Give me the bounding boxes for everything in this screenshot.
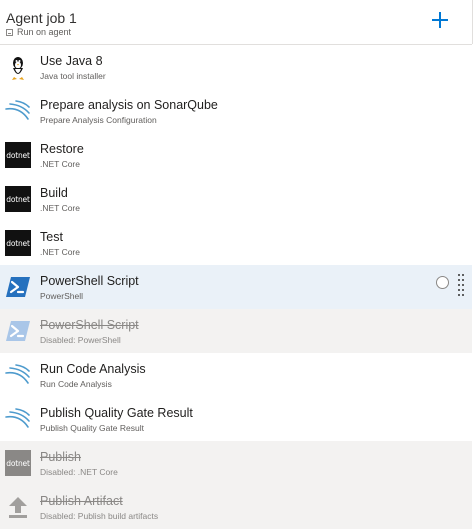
- job-title: Agent job 1: [6, 10, 77, 26]
- task-name: Prepare analysis on SonarQube: [40, 98, 218, 112]
- task-publish-quality-gate-result[interactable]: Publish Quality Gate Result Publish Qual…: [0, 397, 472, 441]
- task-publish-artifact-disabled[interactable]: Publish Artifact Disabled: Publish build…: [0, 485, 472, 529]
- dotnet-icon: dotnet: [4, 185, 32, 213]
- task-description: Disabled: PowerShell: [40, 335, 121, 345]
- job-subtitle-text: Run on agent: [17, 27, 72, 37]
- task-description: Prepare Analysis Configuration: [40, 115, 157, 125]
- task-test[interactable]: dotnet Test .NET Core: [0, 221, 472, 265]
- task-name: Restore: [40, 142, 84, 156]
- task-description: Run Code Analysis: [40, 379, 112, 389]
- task-build[interactable]: dotnet Build .NET Core: [0, 177, 472, 221]
- agent-icon: [6, 28, 13, 36]
- dotnet-icon: dotnet: [4, 449, 32, 477]
- task-name: Test: [40, 230, 63, 244]
- task-run-code-analysis[interactable]: Run Code Analysis Run Code Analysis: [0, 353, 472, 397]
- upload-icon: [4, 493, 32, 521]
- dotnet-icon: dotnet: [4, 141, 32, 169]
- task-description: .NET Core: [40, 247, 80, 257]
- task-use-java-8[interactable]: Use Java 8 Java tool installer: [0, 45, 472, 89]
- powershell-icon: [4, 317, 32, 345]
- task-name: PowerShell Script: [40, 274, 139, 288]
- task-list: Use Java 8 Java tool installer Prepare a…: [0, 45, 472, 529]
- job-subtitle: Run on agent: [6, 27, 71, 37]
- sonarqube-icon: [4, 361, 32, 389]
- add-task-button[interactable]: [430, 10, 450, 30]
- task-powershell-script-disabled[interactable]: PowerShell Script Disabled: PowerShell: [0, 309, 472, 353]
- sonarqube-icon: [4, 97, 32, 125]
- task-name: Publish Quality Gate Result: [40, 406, 193, 420]
- task-description: .NET Core: [40, 159, 80, 169]
- task-powershell-script[interactable]: PowerShell Script PowerShell: [0, 265, 472, 309]
- java-icon: [4, 53, 32, 81]
- task-description: .NET Core: [40, 203, 80, 213]
- powershell-icon: [4, 273, 32, 301]
- task-name: Use Java 8: [40, 54, 103, 68]
- drag-handle-icon[interactable]: [458, 274, 464, 296]
- task-publish-disabled[interactable]: dotnet Publish Disabled: .NET Core: [0, 441, 472, 485]
- dotnet-icon-label: dotnet: [5, 450, 31, 476]
- agent-job-header[interactable]: Agent job 1 Run on agent: [0, 0, 473, 44]
- task-name: Publish: [40, 450, 81, 464]
- sonarqube-icon: [4, 405, 32, 433]
- task-description: PowerShell: [40, 291, 83, 301]
- task-description: Publish Quality Gate Result: [40, 423, 144, 433]
- task-name: PowerShell Script: [40, 318, 139, 332]
- task-name: Run Code Analysis: [40, 362, 146, 376]
- task-name: Publish Artifact: [40, 494, 123, 508]
- task-select-radio[interactable]: [436, 276, 449, 289]
- task-description: Java tool installer: [40, 71, 106, 81]
- dotnet-icon: dotnet: [4, 229, 32, 257]
- dotnet-icon-label: dotnet: [5, 186, 31, 212]
- task-restore[interactable]: dotnet Restore .NET Core: [0, 133, 472, 177]
- task-description: Disabled: Publish build artifacts: [40, 511, 159, 521]
- dotnet-icon-label: dotnet: [5, 142, 31, 168]
- task-prepare-analysis-sonarqube[interactable]: Prepare analysis on SonarQube Prepare An…: [0, 89, 472, 133]
- dotnet-icon-label: dotnet: [5, 230, 31, 256]
- task-name: Build: [40, 186, 68, 200]
- task-description: Disabled: .NET Core: [40, 467, 118, 477]
